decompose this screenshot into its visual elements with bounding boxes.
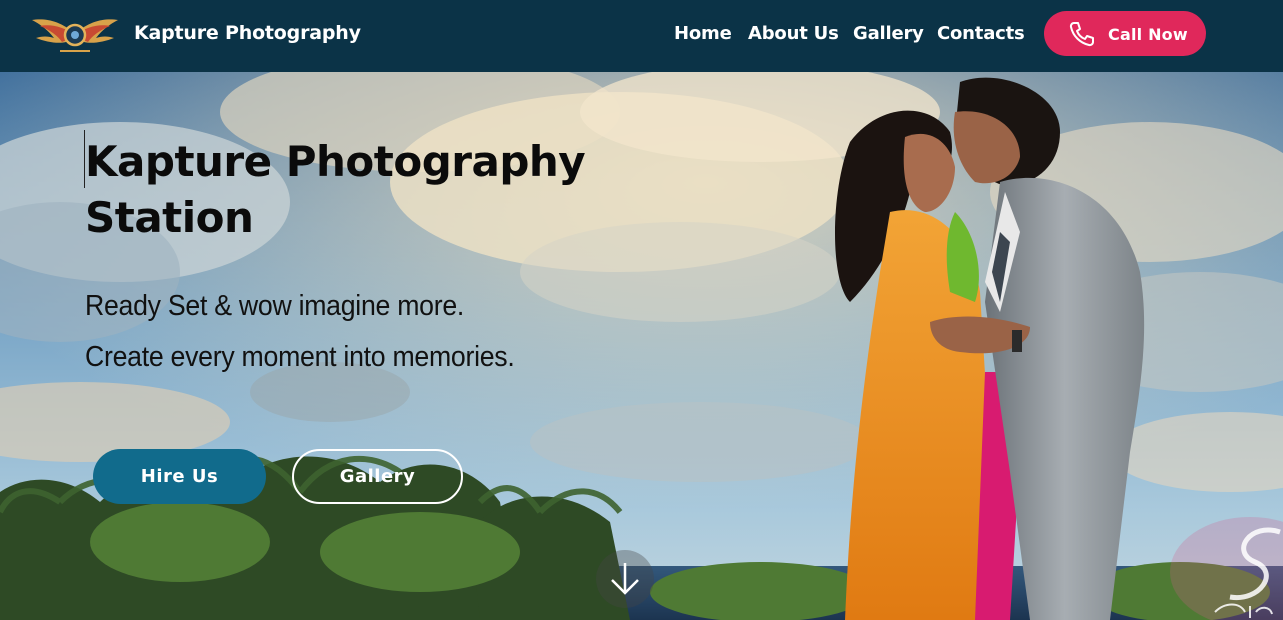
call-now-button[interactable]: Call Now xyxy=(1044,11,1206,56)
photo-watermark xyxy=(1170,517,1283,620)
hero-section: Kapture Photography Station Ready Set & … xyxy=(0,72,1283,620)
gallery-button[interactable]: Gallery xyxy=(292,449,463,504)
hero-tagline-1: Ready Set & wow imagine more. xyxy=(85,290,465,322)
call-now-label: Call Now xyxy=(1108,25,1188,44)
top-navbar: Kapture Photography Home About Us Galler… xyxy=(0,0,1283,72)
nav-home[interactable]: Home xyxy=(674,23,732,44)
nav-gallery[interactable]: Gallery xyxy=(853,23,924,44)
nav-about-us[interactable]: About Us xyxy=(748,23,839,44)
hire-us-button[interactable]: Hire Us xyxy=(93,449,266,504)
arrow-down-icon xyxy=(611,563,639,595)
hero-title: Kapture Photography Station xyxy=(85,137,586,242)
brand-name[interactable]: Kapture Photography xyxy=(134,22,361,44)
nav-contacts[interactable]: Contacts xyxy=(937,23,1025,44)
scroll-down-button[interactable] xyxy=(596,550,654,608)
hero-tagline-2: Create every moment into memories. xyxy=(85,341,515,373)
winged-camera-logo[interactable] xyxy=(30,12,120,56)
phone-icon xyxy=(1069,22,1094,47)
